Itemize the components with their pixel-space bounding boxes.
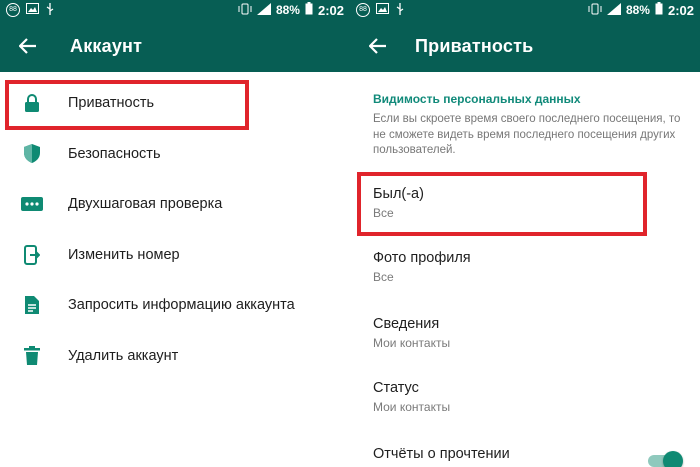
back-arrow-icon[interactable] — [366, 34, 390, 58]
battery-percent: 88% — [275, 3, 300, 17]
menu-item-label: Двухшаговая проверка — [68, 196, 223, 213]
image-icon — [376, 3, 389, 17]
usb-icon — [45, 2, 55, 18]
battery-percent: 88% — [625, 3, 650, 17]
shield-icon — [20, 142, 44, 166]
status-bar: 88 88% 2:02 — [350, 0, 700, 20]
setting-title: Статус — [373, 380, 419, 396]
account-screen: 88 88% 2:02 Аккаунт Приватность Безопасн… — [0, 0, 350, 467]
dots-icon — [20, 192, 44, 216]
setting-title: Отчёты о прочтении — [373, 446, 510, 462]
menu-item-label: Изменить номер — [68, 246, 180, 263]
notification-badge: 88 — [356, 3, 370, 17]
signal-icon — [256, 2, 271, 18]
vibrate-icon — [588, 3, 602, 18]
menu-item-request-info[interactable]: Запросить информацию аккаунта — [0, 280, 350, 331]
menu-item-label: Запросить информацию аккаунта — [68, 297, 295, 314]
setting-read-receipts[interactable]: Отчёты о прочтении — [373, 446, 673, 462]
toggle-thumb — [663, 451, 683, 467]
usb-icon — [395, 2, 405, 18]
setting-value: Мои контакты — [373, 336, 451, 350]
section-description: Если вы скроете время своего последнего … — [373, 113, 681, 156]
menu-item-delete-account[interactable]: Удалить аккаунт — [0, 331, 350, 382]
setting-value: Все — [373, 270, 394, 284]
vibrate-icon — [238, 3, 252, 18]
menu-item-label: Удалить аккаунт — [68, 347, 179, 364]
read-receipts-toggle[interactable] — [645, 450, 685, 467]
highlight-box — [5, 80, 249, 130]
setting-value: Мои контакты — [373, 400, 451, 414]
status-time: 2:02 — [667, 2, 694, 18]
battery-icon — [305, 2, 313, 18]
trash-icon — [20, 344, 44, 368]
toolbar: Приватность — [350, 20, 700, 72]
signal-icon — [606, 2, 621, 18]
setting-about[interactable]: Сведения Мои контакты — [373, 316, 673, 350]
document-icon — [20, 293, 44, 317]
privacy-screen: 88 88% 2:02 Приватность Видимость персон… — [350, 0, 700, 467]
menu-item-change-number[interactable]: Изменить номер — [0, 230, 350, 281]
section-header: Видимость персональных данных — [373, 92, 581, 106]
setting-title: Фото профиля — [373, 250, 471, 266]
setting-status[interactable]: Статус Мои контакты — [373, 380, 673, 414]
status-bar: 88 88% 2:02 — [0, 0, 350, 20]
highlight-box — [357, 172, 647, 236]
menu-item-security[interactable]: Безопасность — [0, 129, 350, 180]
setting-title: Сведения — [373, 316, 440, 332]
notification-badge: 88 — [6, 3, 20, 17]
toolbar: Аккаунт — [0, 20, 350, 72]
page-title: Аккаунт — [70, 35, 143, 56]
setting-profile-photo[interactable]: Фото профиля Все — [373, 250, 673, 284]
page-title: Приватность — [415, 35, 534, 56]
phone-change-icon — [20, 243, 44, 267]
image-icon — [26, 3, 39, 17]
back-arrow-icon[interactable] — [16, 34, 40, 58]
menu-item-label: Безопасность — [68, 145, 161, 162]
menu-item-two-step[interactable]: Двухшаговая проверка — [0, 179, 350, 230]
status-time: 2:02 — [317, 2, 344, 18]
battery-icon — [655, 2, 663, 18]
